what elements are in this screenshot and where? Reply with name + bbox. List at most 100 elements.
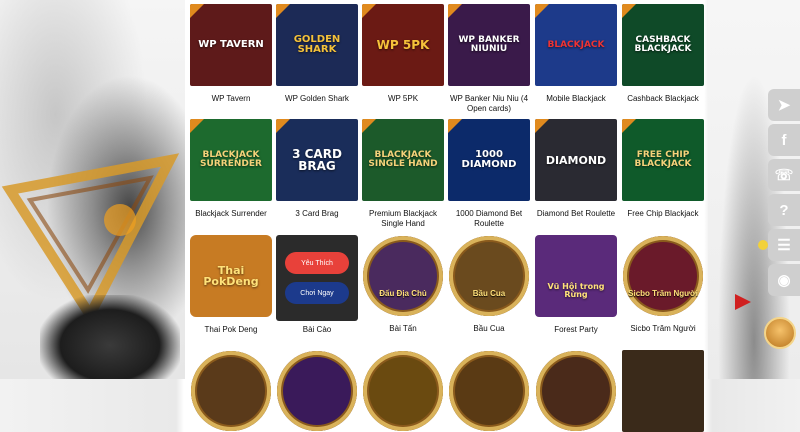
new-badge: [362, 4, 376, 18]
rock-decoration: [40, 295, 180, 379]
game-name: Bài Tấn: [389, 324, 417, 333]
game-art-text: BLACKJACK SURRENDER: [200, 150, 262, 169]
telegram-icon[interactable]: ➤: [768, 89, 800, 121]
game-art-text: CASHBACK BLACKJACK: [634, 35, 692, 54]
game-art-text: Bầu Cua: [472, 288, 506, 298]
game-art-text: FREE CHIP BLACKJACK: [634, 150, 692, 169]
game-card[interactable]: WP TAVERN WP Tavern: [190, 4, 272, 104]
game-name: Free Chip Blackjack: [627, 209, 699, 218]
game-thumbnail[interactable]: FREE CHIP BLACKJACK: [622, 119, 704, 201]
game-card[interactable]: DIAMOND Diamond Bet Roulette: [535, 119, 617, 219]
game-thumbnail[interactable]: Vũ Hội trong Rừng: [535, 235, 617, 317]
game-thumbnail[interactable]: BLACKJACK SINGLE HAND: [362, 119, 444, 201]
game-art-text: WP 5PK: [376, 38, 430, 52]
game-card[interactable]: Đấu Địa Chủ Bài Tấn: [362, 235, 444, 334]
game-card[interactable]: Sicbo Trăm Người Sicbo Trăm Người: [622, 235, 704, 334]
game-art-text: 3 CARD BRAG: [292, 147, 342, 173]
game-art-text: BLACKJACK SINGLE HAND: [368, 150, 438, 169]
news-icon[interactable]: ☰: [768, 229, 800, 261]
phone-icon[interactable]: ☏: [768, 159, 800, 191]
new-badge: [535, 119, 549, 133]
dot-decoration: [758, 240, 768, 250]
game-card[interactable]: Bầu Cua Bầu Cua: [448, 235, 530, 334]
game-name: Diamond Bet Roulette: [536, 209, 616, 218]
new-badge: [276, 4, 290, 18]
game-thumbnail[interactable]: WP TAVERN: [190, 4, 272, 86]
game-card[interactable]: [535, 350, 617, 432]
game-name: Sicbo Trăm Người: [630, 324, 696, 333]
game-thumbnail[interactable]: CASHBACK BLACKJACK: [622, 4, 704, 86]
game-card[interactable]: [362, 350, 444, 432]
game-card[interactable]: GOLDEN SHARK WP Golden Shark: [276, 4, 358, 104]
left-background: [0, 0, 185, 379]
game-card[interactable]: BLACKJACK SURRENDER Blackjack Surrender: [190, 119, 272, 219]
game-name: WP 5PK: [387, 94, 419, 103]
game-name: Mobile Blackjack: [546, 94, 606, 103]
game-thumbnail[interactable]: Đấu Địa Chủ: [363, 236, 443, 316]
game-card[interactable]: BLACKJACK SINGLE HAND Premium Blackjack …: [362, 119, 444, 229]
game-art-text: 1000 DIAMOND: [461, 149, 517, 170]
game-art-text: WP BANKER NIUNIU: [458, 35, 520, 54]
game-card[interactable]: [190, 350, 272, 432]
game-art-text: WP TAVERN: [198, 39, 264, 50]
game-thumbnail[interactable]: WP 5PK: [362, 4, 444, 86]
game-thumbnail[interactable]: 1000 DIAMOND: [448, 119, 530, 201]
game-thumbnail[interactable]: BLACKJACK SURRENDER: [190, 119, 272, 201]
game-thumbnail[interactable]: [277, 351, 357, 431]
new-badge: [362, 119, 376, 133]
game-art-text: Vũ Hội trong Rừng: [547, 282, 605, 299]
game-card[interactable]: [448, 350, 530, 432]
game-card[interactable]: CASHBACK BLACKJACK Cashback Blackjack: [622, 4, 704, 104]
game-card[interactable]: [276, 350, 358, 432]
game-thumbnail[interactable]: Sicbo Trăm Người: [623, 236, 703, 316]
game-thumbnail[interactable]: [363, 351, 443, 431]
game-card[interactable]: WP BANKER NIUNIU WP Banker Niu Niu (4 Op…: [448, 4, 530, 114]
game-thumbnail[interactable]: [449, 351, 529, 431]
eye-icon[interactable]: ◉: [768, 264, 800, 296]
game-art-text: Thai PokDeng: [203, 264, 259, 288]
social-sidebar: ➤ f ☏ ? ☰ ◉: [768, 89, 800, 299]
game-name: Cashback Blackjack: [627, 94, 699, 103]
game-grid: WP TAVERN WP Tavern GOLDEN SHARK WP Gold…: [185, 0, 713, 432]
arrow-decoration: [735, 294, 751, 310]
game-name: Bầu Cua: [473, 324, 505, 333]
game-thumbnail[interactable]: [622, 350, 704, 432]
new-badge: [448, 4, 462, 18]
new-badge: [622, 119, 636, 133]
game-art-text: Sicbo Trăm Người: [628, 288, 698, 298]
game-card[interactable]: FREE CHIP BLACKJACK Free Chip Blackjack: [622, 119, 704, 219]
support-avatar[interactable]: [764, 317, 796, 349]
game-thumbnail[interactable]: Thai PokDeng: [190, 235, 272, 317]
game-name: Premium Blackjack Single Hand: [368, 209, 437, 228]
game-card[interactable]: 3 CARD BRAG 3 Card Brag: [276, 119, 358, 219]
play-now-button[interactable]: Chơi Ngay: [285, 282, 349, 304]
new-badge: [276, 119, 290, 133]
game-thumbnail[interactable]: DIAMOND: [535, 119, 617, 201]
help-icon[interactable]: ?: [768, 194, 800, 226]
game-name: WP Golden Shark: [285, 94, 349, 103]
game-card[interactable]: BLACKJACK Mobile Blackjack: [535, 4, 617, 104]
game-thumbnail[interactable]: Bầu Cua: [449, 236, 529, 316]
game-card[interactable]: Vũ Hội trong Rừng Forest Party: [535, 235, 617, 335]
game-card[interactable]: 1000 DIAMOND 1000 Diamond Bet Roulette: [448, 119, 530, 229]
game-thumbnail[interactable]: WP BANKER NIUNIU: [448, 4, 530, 86]
game-thumbnail[interactable]: GOLDEN SHARK: [276, 4, 358, 86]
new-badge: [622, 4, 636, 18]
new-badge: [535, 4, 549, 18]
game-card[interactable]: Yêu Thích Chơi Ngay Bài Cào: [276, 235, 358, 335]
favorite-button[interactable]: Yêu Thích: [285, 252, 349, 274]
game-thumbnail[interactable]: 3 CARD BRAG: [276, 119, 358, 201]
game-card[interactable]: [622, 350, 704, 432]
game-art-text: DIAMOND: [545, 153, 607, 167]
game-thumbnail[interactable]: [536, 351, 616, 431]
game-name: 1000 Diamond Bet Roulette: [455, 209, 523, 228]
facebook-icon[interactable]: f: [768, 124, 800, 156]
game-art-text: BLACKJACK: [547, 39, 605, 50]
game-thumbnail[interactable]: BLACKJACK: [535, 4, 617, 86]
game-art-text: Đấu Địa Chủ: [379, 288, 427, 298]
game-name: Thai Pok Deng: [204, 325, 258, 334]
game-card[interactable]: WP 5PK WP 5PK: [362, 4, 444, 104]
game-thumbnail[interactable]: [191, 351, 271, 431]
game-art-text: GOLDEN SHARK: [293, 34, 341, 55]
game-card[interactable]: Thai PokDeng Thai Pok Deng: [190, 235, 272, 335]
